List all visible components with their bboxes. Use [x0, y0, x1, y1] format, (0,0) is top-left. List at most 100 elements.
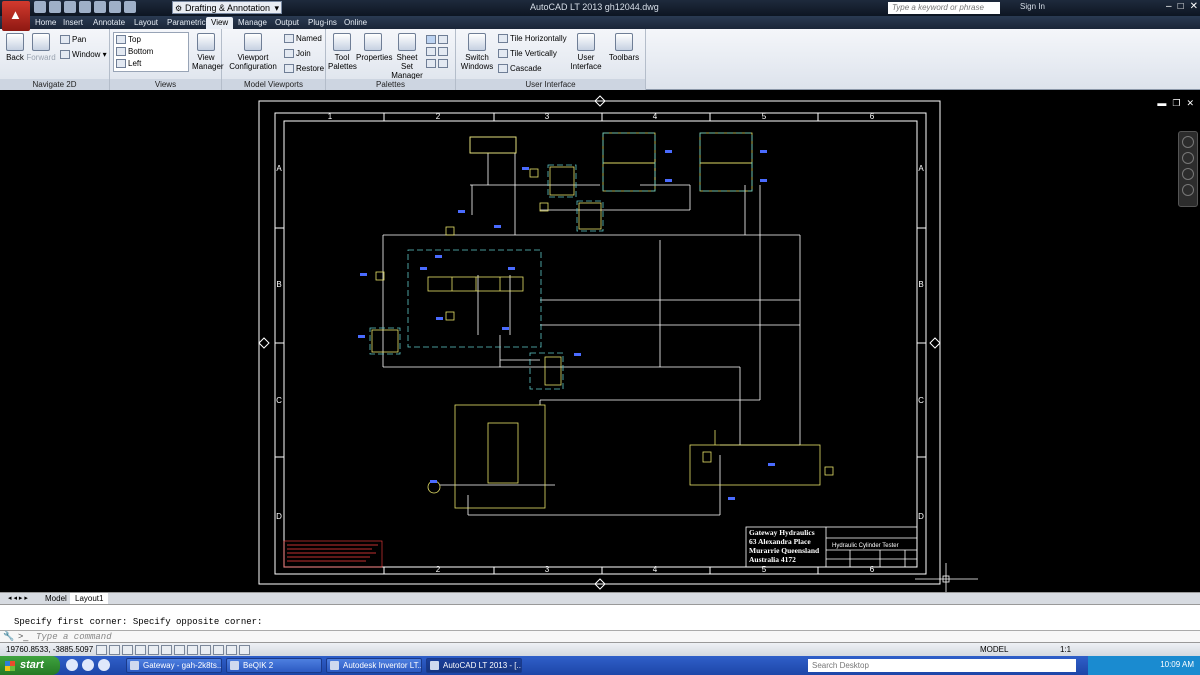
tile-vertically-button[interactable]: Tile Vertically: [498, 49, 557, 59]
view-list[interactable]: Top Bottom Left: [113, 32, 189, 72]
properties-button[interactable]: Properties: [356, 33, 392, 62]
explorer-icon[interactable]: [98, 659, 110, 671]
join-viewports-button[interactable]: Join: [284, 49, 311, 59]
steering-wheel-icon[interactable]: [1182, 136, 1194, 148]
switch-windows-icon: [468, 33, 486, 51]
showmotion-icon[interactable]: [1182, 184, 1194, 196]
tab-annotate[interactable]: Annotate: [88, 17, 130, 29]
save-icon[interactable]: [64, 1, 76, 13]
named-viewports-button[interactable]: Named: [284, 34, 322, 44]
toolbars-label: Toolbars: [608, 53, 640, 62]
customize-icon[interactable]: 🔧: [3, 631, 14, 642]
tab-online[interactable]: Online: [339, 17, 372, 29]
tab-insert[interactable]: Insert: [58, 17, 88, 29]
view-top[interactable]: Top: [116, 35, 141, 45]
minimize-drawing-icon[interactable]: ▬: [1157, 98, 1166, 109]
design-center-icon[interactable]: [426, 46, 436, 56]
drawing-canvas[interactable]: 1 2 3 4 5 6 2 3 4 5 6 A B C D A B C D Ga…: [0, 95, 1200, 592]
forward-button[interactable]: Forward: [26, 33, 56, 62]
view-left[interactable]: Left: [116, 59, 141, 69]
tab-layout[interactable]: Layout: [129, 17, 163, 29]
close-drawing-icon[interactable]: ✕: [1186, 98, 1194, 109]
switch-windows-button[interactable]: Switch Windows: [460, 33, 494, 71]
otrack-toggle-icon[interactable]: [161, 645, 172, 655]
pan-nav-icon[interactable]: [1182, 152, 1194, 164]
ie-icon[interactable]: [82, 659, 94, 671]
restore-drawing-icon[interactable]: ❐: [1172, 98, 1180, 109]
tpy-toggle-icon[interactable]: [200, 645, 211, 655]
taskbar-item[interactable]: Gateway - gah-2k8ts...: [126, 658, 222, 673]
restore-viewports-button[interactable]: Restore: [284, 64, 324, 74]
grid-row-label: B: [276, 280, 281, 289]
ribbon-tab-bar: Home Insert Annotate Layout Parametric V…: [0, 16, 1200, 29]
tile-horizontally-button[interactable]: Tile Horizontally: [498, 34, 567, 44]
command-input-row[interactable]: 🔧 >_ Type a command: [0, 630, 1200, 642]
back-button[interactable]: Back: [4, 33, 26, 62]
polar-toggle-icon[interactable]: [135, 645, 146, 655]
dbconnect-icon[interactable]: [438, 58, 448, 68]
sc-toggle-icon[interactable]: [226, 645, 237, 655]
dyn-toggle-icon[interactable]: [174, 645, 185, 655]
workspace-select[interactable]: Drafting & Annotation: [172, 1, 282, 15]
sheet-set-manager-button[interactable]: Sheet Set Manager: [390, 33, 424, 80]
redo-icon[interactable]: [124, 1, 136, 13]
taskbar-item[interactable]: BeQIK 2: [226, 658, 322, 673]
window-zoom-button[interactable]: Window ▾: [60, 50, 107, 60]
zoom-nav-icon[interactable]: [1182, 168, 1194, 180]
model-space-toggle[interactable]: MODEL: [980, 645, 1008, 654]
taskbar-item[interactable]: Autodesk Inventor LT...: [326, 658, 422, 673]
annotation-scale[interactable]: 1:1: [1060, 645, 1071, 654]
viewport-configuration-button[interactable]: Viewport Configuration: [226, 33, 280, 71]
desktop-search-input[interactable]: Search Desktop: [808, 659, 1076, 672]
copyright-note-text: [287, 544, 378, 562]
snap-toggle-icon[interactable]: [96, 645, 107, 655]
tile-horizontally-label: Tile Horizontally: [510, 34, 567, 43]
layout-tab-bar: ◂ ◂ ▸ ▸ Model Layout1: [0, 592, 1200, 605]
autocad-logo-icon[interactable]: [2, 1, 30, 31]
sign-in-link[interactable]: Sign In: [1020, 2, 1045, 11]
tool-palettes-button[interactable]: Tool Palettes: [328, 33, 357, 71]
undo-icon[interactable]: [109, 1, 121, 13]
chrome-icon[interactable]: [66, 659, 78, 671]
lwt-toggle-icon[interactable]: [187, 645, 198, 655]
user-interface-button[interactable]: User Interface: [568, 33, 604, 71]
cascade-button[interactable]: Cascade: [498, 64, 542, 74]
view-left-label: Left: [128, 59, 142, 68]
new-icon[interactable]: [34, 1, 46, 13]
start-button[interactable]: start: [0, 656, 60, 675]
command-input[interactable]: Type a command: [36, 632, 112, 642]
layer-properties-icon[interactable]: [438, 34, 448, 44]
pan-button[interactable]: Pan: [60, 35, 86, 45]
am-toggle-icon[interactable]: [239, 645, 250, 655]
tab-manage[interactable]: Manage: [233, 17, 272, 29]
help-search-input[interactable]: Type a keyword or phrase: [888, 2, 1000, 14]
save-as-icon[interactable]: [79, 1, 91, 13]
tab-output[interactable]: Output: [270, 17, 304, 29]
open-icon[interactable]: [49, 1, 61, 13]
ortho-toggle-icon[interactable]: [122, 645, 133, 655]
print-icon[interactable]: [94, 1, 106, 13]
tab-parametric[interactable]: Parametric: [162, 17, 211, 29]
maximize-button[interactable]: □: [1178, 1, 1184, 12]
quick-calc-icon[interactable]: [438, 46, 448, 56]
taskbar-item[interactable]: AutoCAD LT 2013 - [...: [426, 658, 522, 673]
minimize-button[interactable]: –: [1166, 1, 1172, 12]
osnap-toggle-icon[interactable]: [148, 645, 159, 655]
toolbars-button[interactable]: Toolbars: [606, 33, 642, 62]
tile-horizontal-icon: [498, 34, 508, 44]
forward-icon: [32, 33, 50, 51]
view-manager-button[interactable]: View Manager: [192, 33, 224, 71]
qp-toggle-icon[interactable]: [213, 645, 224, 655]
status-bar: 19760.8533, -3885.5097 MODEL 1:1: [0, 642, 1200, 656]
tab-plug-ins[interactable]: Plug-ins: [303, 17, 342, 29]
close-button[interactable]: ✕: [1190, 1, 1198, 12]
tab-home[interactable]: Home: [30, 17, 61, 29]
tab-view[interactable]: View: [206, 17, 234, 29]
clock: 10:09 AM: [1160, 660, 1194, 669]
assembly-boundaries: [369, 132, 753, 390]
grid-toggle-icon[interactable]: [109, 645, 120, 655]
view-bottom[interactable]: Bottom: [116, 47, 153, 57]
markup-icon[interactable]: [426, 58, 436, 68]
join-label: Join: [296, 49, 311, 58]
command-line-icon[interactable]: [426, 34, 436, 44]
